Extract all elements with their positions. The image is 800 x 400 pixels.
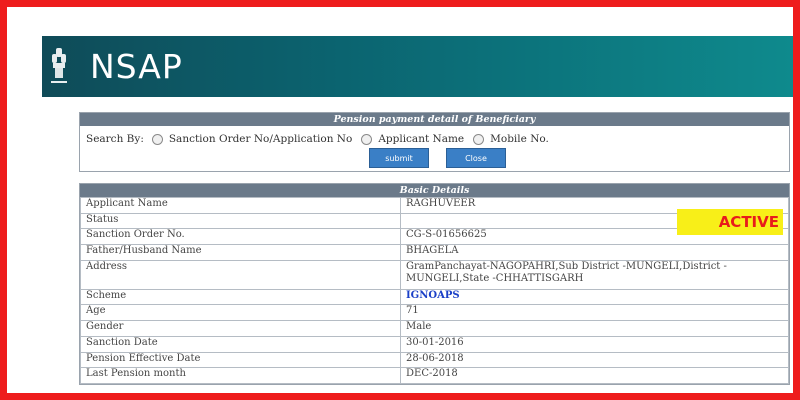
table-row: Address GramPanchayat-NAGOPAHRI,Sub Dist… xyxy=(80,259,789,290)
field-label: Father/Husband Name xyxy=(80,244,401,261)
field-label: Age xyxy=(80,304,401,322)
search-by-label: Search By: xyxy=(86,133,144,145)
last-pension-month-value: DEC-2018 xyxy=(400,367,789,384)
basic-details-table: Applicant Name RAGHUVEER Status ACTIVE S… xyxy=(80,197,789,384)
table-row: Gender Male xyxy=(80,320,789,337)
field-label: Status xyxy=(80,212,401,230)
table-row: Pension Effective Date 28-06-2018 xyxy=(80,351,789,369)
option-mobile-no-label[interactable]: Mobile No. xyxy=(490,133,549,145)
search-buttons: submit Close xyxy=(369,148,506,168)
status-badge: ACTIVE xyxy=(677,208,783,235)
field-label: Pension Effective Date xyxy=(80,351,401,369)
site-logo-text[interactable]: NSAP xyxy=(90,45,183,89)
status-cell: ACTIVE xyxy=(400,208,789,235)
search-panel: Pension payment detail of Beneficiary Se… xyxy=(79,112,790,172)
scheme-value: IGNOAPS xyxy=(400,288,789,306)
table-row: Status ACTIVE xyxy=(80,208,789,235)
gender-value: Male xyxy=(400,320,789,337)
submit-button[interactable]: submit xyxy=(369,148,429,168)
option-applicant-name-label[interactable]: Applicant Name xyxy=(378,133,464,145)
sanction-date-value: 30-01-2016 xyxy=(400,335,789,353)
ashoka-emblem-icon xyxy=(51,48,67,83)
field-label: Applicant Name xyxy=(80,197,401,214)
father-husband-value: BHAGELA xyxy=(400,244,789,261)
radio-sanction-order[interactable] xyxy=(151,133,163,145)
pension-effective-date-value: 28-06-2018 xyxy=(400,351,789,369)
radio-applicant-name[interactable] xyxy=(361,133,373,145)
table-row: Last Pension month DEC-2018 xyxy=(80,367,789,384)
table-row: Sanction Date 30-01-2016 xyxy=(80,335,789,353)
option-sanction-order-label[interactable]: Sanction Order No/Application No xyxy=(169,133,352,145)
basic-details-panel: Basic Details Applicant Name RAGHUVEER S… xyxy=(79,183,790,385)
field-label: Sanction Order No. xyxy=(80,228,401,246)
address-value: GramPanchayat-NAGOPAHRI,Sub District -MU… xyxy=(400,259,789,290)
table-row: Scheme IGNOAPS xyxy=(80,288,789,306)
field-label: Gender xyxy=(80,320,401,337)
age-value: 71 xyxy=(400,304,789,322)
search-panel-title: Pension payment detail of Beneficiary xyxy=(80,113,789,126)
field-label: Last Pension month xyxy=(80,367,401,384)
table-row: Age 71 xyxy=(80,304,789,322)
basic-details-title: Basic Details xyxy=(80,184,789,197)
search-by-row: Search By: Sanction Order No/Application… xyxy=(80,126,789,147)
radio-mobile-no[interactable] xyxy=(473,133,485,145)
field-label: Sanction Date xyxy=(80,335,401,353)
field-label: Address xyxy=(80,259,401,290)
close-button[interactable]: Close xyxy=(446,148,506,168)
field-label: Scheme xyxy=(80,288,401,306)
table-row: Father/Husband Name BHAGELA xyxy=(80,244,789,261)
nsap-header: NSAP xyxy=(42,36,793,97)
